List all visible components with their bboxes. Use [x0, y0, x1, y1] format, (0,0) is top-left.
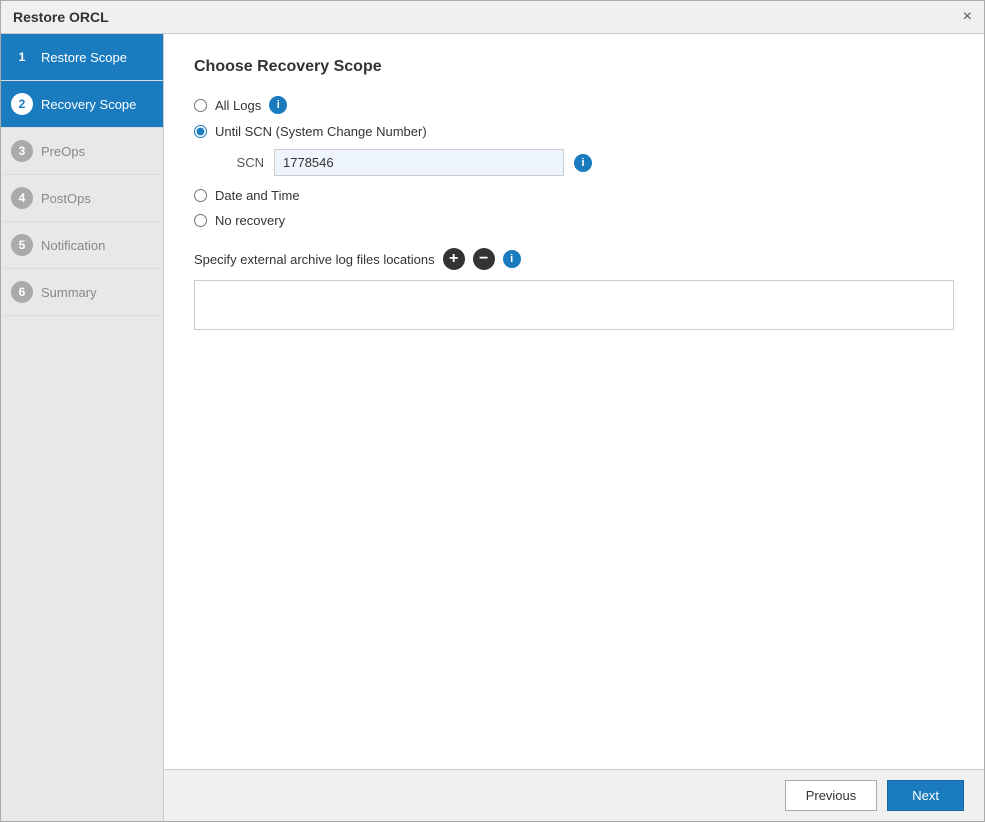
previous-button[interactable]: Previous	[785, 780, 878, 811]
section-title: Choose Recovery Scope	[194, 58, 954, 76]
remove-archive-button[interactable]: −	[473, 248, 495, 270]
sidebar-label-6: Summary	[41, 285, 97, 300]
content-area: Choose Recovery Scope All Logs i Until S…	[164, 34, 984, 769]
info-icon-archive[interactable]: i	[503, 250, 521, 268]
info-icon-scn[interactable]: i	[574, 154, 592, 172]
radio-no-recovery[interactable]	[194, 214, 207, 227]
radio-row-until-scn: Until SCN (System Change Number)	[194, 124, 954, 139]
radio-all-logs[interactable]	[194, 99, 207, 112]
next-button[interactable]: Next	[887, 780, 964, 811]
dialog: Restore ORCL × 1 Restore Scope 2 Recover…	[0, 0, 985, 822]
radio-label-until-scn[interactable]: Until SCN (System Change Number)	[215, 124, 427, 139]
sidebar: 1 Restore Scope 2 Recovery Scope 3 PreOp…	[1, 34, 164, 821]
sidebar-item-summary[interactable]: 6 Summary	[1, 269, 163, 316]
radio-label-date-time[interactable]: Date and Time	[215, 188, 300, 203]
step-badge-2: 2	[11, 93, 33, 115]
close-button[interactable]: ×	[963, 9, 972, 25]
step-badge-4: 4	[11, 187, 33, 209]
sidebar-item-postops[interactable]: 4 PostOps	[1, 175, 163, 222]
sidebar-item-preops[interactable]: 3 PreOps	[1, 128, 163, 175]
add-archive-button[interactable]: +	[443, 248, 465, 270]
radio-label-all-logs[interactable]: All Logs	[215, 98, 261, 113]
sidebar-label-2: Recovery Scope	[41, 97, 136, 112]
footer: Previous Next	[164, 769, 984, 821]
archive-textarea[interactable]	[194, 280, 954, 330]
sidebar-label-5: Notification	[41, 238, 105, 253]
step-badge-3: 3	[11, 140, 33, 162]
radio-row-no-recovery: No recovery	[194, 213, 954, 228]
radio-date-time[interactable]	[194, 189, 207, 202]
dialog-body: 1 Restore Scope 2 Recovery Scope 3 PreOp…	[1, 34, 984, 821]
main-content: Choose Recovery Scope All Logs i Until S…	[164, 34, 984, 821]
add-icon: +	[449, 251, 458, 267]
sidebar-item-restore-scope[interactable]: 1 Restore Scope	[1, 34, 163, 81]
step-badge-5: 5	[11, 234, 33, 256]
archive-section: Specify external archive log files locat…	[194, 248, 954, 333]
radio-group: All Logs i Until SCN (System Change Numb…	[194, 96, 954, 228]
scn-label: SCN	[224, 155, 264, 170]
info-icon-all-logs[interactable]: i	[269, 96, 287, 114]
step-badge-1: 1	[11, 46, 33, 68]
sidebar-item-recovery-scope[interactable]: 2 Recovery Scope	[1, 81, 163, 128]
scn-input[interactable]	[274, 149, 564, 176]
sidebar-label-4: PostOps	[41, 191, 91, 206]
scn-row: SCN i	[224, 149, 954, 176]
radio-until-scn[interactable]	[194, 125, 207, 138]
sidebar-item-notification[interactable]: 5 Notification	[1, 222, 163, 269]
radio-row-all-logs: All Logs i	[194, 96, 954, 114]
archive-label: Specify external archive log files locat…	[194, 252, 435, 267]
title-bar: Restore ORCL ×	[1, 1, 984, 34]
archive-row: Specify external archive log files locat…	[194, 248, 954, 270]
sidebar-label-1: Restore Scope	[41, 50, 127, 65]
dialog-title: Restore ORCL	[13, 9, 109, 25]
radio-row-date-time: Date and Time	[194, 188, 954, 203]
sidebar-label-3: PreOps	[41, 144, 85, 159]
radio-label-no-recovery[interactable]: No recovery	[215, 213, 285, 228]
step-badge-6: 6	[11, 281, 33, 303]
remove-icon: −	[479, 251, 488, 267]
